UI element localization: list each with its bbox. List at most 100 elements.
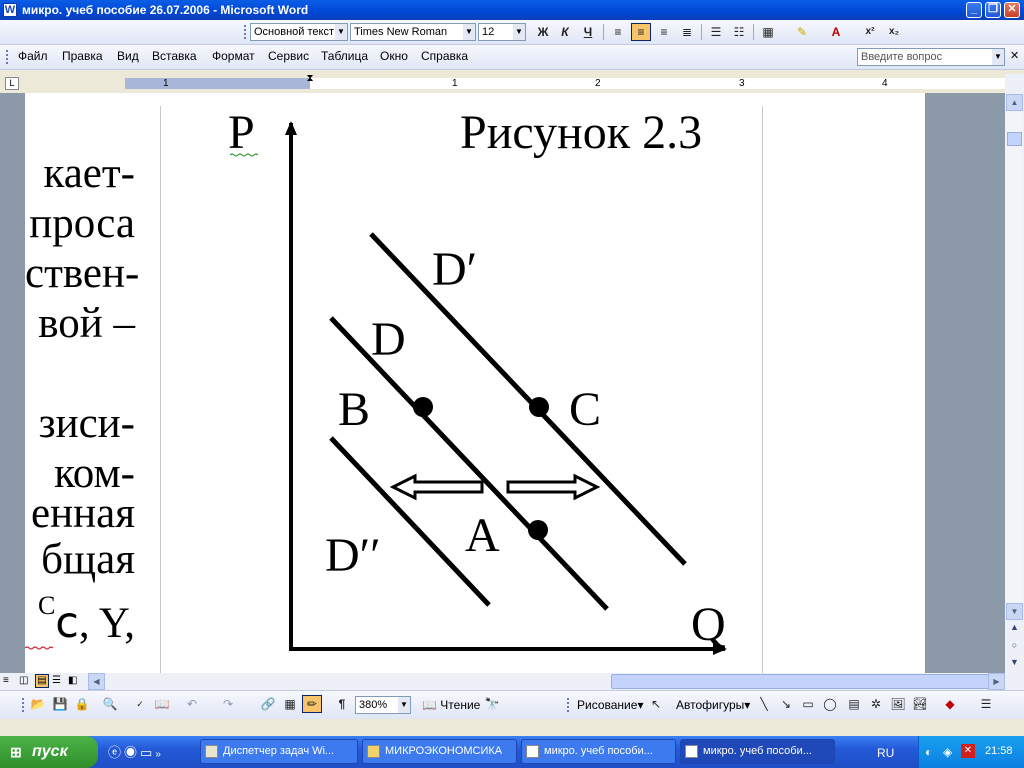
label-d-prime: D′ bbox=[432, 243, 477, 296]
font-select[interactable]: Times New Roman ▼ bbox=[350, 23, 476, 41]
picture-icon[interactable]: 🏞 bbox=[910, 695, 930, 713]
word-icon[interactable]: W bbox=[3, 3, 17, 17]
toolbar-grip[interactable] bbox=[244, 25, 249, 39]
bold-button[interactable]: Ж bbox=[533, 23, 553, 41]
ie-icon[interactable]: ⓔ bbox=[108, 745, 124, 760]
toolbar-grip[interactable] bbox=[22, 698, 27, 712]
outline-view-icon[interactable]: ☰ bbox=[52, 675, 65, 688]
italic-button[interactable]: К bbox=[555, 23, 575, 41]
diagram-icon[interactable]: ✲ bbox=[866, 695, 886, 713]
permission-icon[interactable]: 🔒 bbox=[72, 695, 92, 713]
scroll-down-button[interactable]: ▼ bbox=[1006, 603, 1023, 620]
textbox-icon[interactable]: ▤ bbox=[844, 695, 864, 713]
web-view-icon[interactable]: ◫ bbox=[19, 675, 32, 688]
scroll-track[interactable] bbox=[1006, 112, 1023, 612]
binoculars-icon[interactable]: 🔭 bbox=[482, 695, 502, 713]
align-left-button[interactable]: ≡ bbox=[608, 23, 628, 41]
minimize-button[interactable]: _ bbox=[966, 2, 982, 18]
reading-view-icon[interactable]: ◧ bbox=[68, 675, 81, 688]
start-button[interactable]: ⊞ пуск bbox=[0, 736, 98, 768]
close-doc-icon[interactable]: ✕ bbox=[1010, 49, 1019, 62]
justify-button[interactable]: ≣ bbox=[677, 23, 697, 41]
drawing-menu[interactable]: Рисование▾ bbox=[577, 698, 643, 712]
open-icon[interactable]: 📂 bbox=[28, 695, 48, 713]
task-button-folder[interactable]: МИКРОЭКОНОМСИКА bbox=[362, 739, 517, 764]
subscript-button[interactable]: x₂ bbox=[884, 23, 904, 41]
menu-help[interactable]: Справка bbox=[421, 49, 468, 63]
shield-icon[interactable]: ✕ bbox=[961, 744, 975, 758]
hscroll-thumb[interactable] bbox=[611, 674, 991, 689]
bullet-list-icon[interactable]: ☷ bbox=[729, 23, 749, 41]
help-question-input[interactable]: Введите вопрос ▼ bbox=[857, 48, 1005, 66]
ruler-number: 1 bbox=[163, 78, 169, 89]
browse-object-icon[interactable]: ○ bbox=[1006, 640, 1023, 654]
scroll-thumb[interactable] bbox=[1007, 132, 1022, 146]
folder-icon[interactable]: ▭ bbox=[140, 745, 155, 760]
menu-insert[interactable]: Вставка bbox=[152, 49, 197, 63]
network-icon[interactable]: ◐ bbox=[925, 745, 932, 759]
task-button-taskmgr[interactable]: Диспетчер задач Wi... bbox=[200, 739, 358, 764]
antivirus-icon[interactable]: ◈ bbox=[943, 745, 952, 759]
toolbar-grip[interactable] bbox=[567, 698, 572, 712]
underline-button[interactable]: Ч bbox=[578, 23, 598, 41]
menu-tools[interactable]: Сервис bbox=[268, 49, 309, 63]
indent-marker[interactable]: ⧗ bbox=[305, 74, 315, 93]
research-icon[interactable]: 📖 bbox=[152, 695, 172, 713]
document-page[interactable]: кает- проса ствен- вой – зиси- ком- енна… bbox=[25, 93, 925, 673]
menu-table[interactable]: Таблица bbox=[321, 49, 368, 63]
normal-view-icon[interactable]: ≡ bbox=[3, 675, 16, 688]
language-indicator[interactable]: RU bbox=[877, 746, 894, 760]
maximize-button[interactable]: ❐ bbox=[985, 2, 1001, 18]
demand-figure[interactable]: Рисунок 2.3 P Q D′ D D′′ B C A bbox=[25, 93, 925, 673]
tab-selector[interactable]: L bbox=[5, 77, 19, 90]
redo-icon[interactable]: ↷ bbox=[218, 695, 238, 713]
vertical-scrollbar[interactable]: ▲ ▼ ▲ ○ ▼ bbox=[1005, 74, 1024, 673]
autoshapes-menu[interactable]: Автофигуры▾ bbox=[676, 698, 750, 712]
scroll-right-button[interactable]: ▶ bbox=[988, 673, 1005, 690]
task-button-word-2[interactable]: микро. учеб пособи... bbox=[680, 739, 835, 764]
zoom-select[interactable]: 380% ▼ bbox=[355, 696, 411, 714]
ruler-number: 3 bbox=[739, 78, 745, 89]
menu-format[interactable]: Формат bbox=[212, 49, 255, 63]
horizontal-scrollbar[interactable]: ≡ ◫ ▤ ☰ ◧ ◀ ▶ bbox=[0, 673, 1024, 690]
borders-icon[interactable]: ▦ bbox=[758, 23, 778, 41]
insert-hyperlink-icon[interactable]: 🔗 bbox=[258, 695, 278, 713]
show-hide-paragraph-button[interactable]: ¶ bbox=[332, 695, 352, 713]
select-objects-icon[interactable]: ↖ bbox=[646, 695, 666, 713]
menu-edit[interactable]: Правка bbox=[62, 49, 103, 63]
next-page-icon[interactable]: ▼ bbox=[1006, 657, 1023, 671]
task-button-word-1[interactable]: микро. учеб пособи... bbox=[521, 739, 676, 764]
close-button[interactable]: ✕ bbox=[1004, 2, 1020, 18]
line-icon[interactable]: ╲ bbox=[754, 695, 774, 713]
menu-view[interactable]: Вид bbox=[117, 49, 139, 63]
font-size-select[interactable]: 12 ▼ bbox=[478, 23, 526, 41]
oval-icon[interactable]: ◯ bbox=[820, 695, 840, 713]
previous-page-icon[interactable]: ▲ bbox=[1006, 622, 1023, 636]
rectangle-icon[interactable]: ▭ bbox=[798, 695, 818, 713]
tables-borders-icon[interactable]: ▦ bbox=[280, 695, 300, 713]
line-style-icon[interactable]: ☰ bbox=[976, 695, 996, 713]
font-color-icon[interactable]: A bbox=[826, 23, 846, 41]
menu-window[interactable]: Окно bbox=[380, 49, 408, 63]
print-preview-icon[interactable]: 🔍 bbox=[100, 695, 120, 713]
align-right-button[interactable]: ≡ bbox=[654, 23, 674, 41]
scroll-left-button[interactable]: ◀ bbox=[88, 673, 105, 690]
highlight-icon[interactable]: ✎ bbox=[792, 23, 812, 41]
undo-icon[interactable]: ↶ bbox=[182, 695, 202, 713]
drawing-toggle-icon[interactable]: ✏ bbox=[302, 695, 322, 713]
align-center-button[interactable]: ≡ bbox=[631, 23, 651, 41]
spelling-icon[interactable]: ✓ bbox=[130, 695, 150, 713]
media-icon[interactable]: ◉ bbox=[124, 745, 140, 760]
superscript-button[interactable]: x² bbox=[860, 23, 880, 41]
save-icon[interactable]: 💾 bbox=[50, 695, 70, 713]
arrow-icon[interactable]: ↘ bbox=[776, 695, 796, 713]
numbered-list-icon[interactable]: ☰ bbox=[706, 23, 726, 41]
menu-file[interactable]: Файл bbox=[18, 49, 48, 63]
scroll-up-button[interactable]: ▲ bbox=[1006, 94, 1023, 111]
style-select[interactable]: Основной текст ▼ bbox=[250, 23, 348, 41]
reading-mode-button[interactable]: 📖 Чтение bbox=[422, 698, 480, 712]
clipart-icon[interactable]: 🖼 bbox=[888, 695, 908, 713]
print-layout-icon[interactable]: ▤ bbox=[35, 674, 49, 688]
fill-color-icon[interactable]: ◆ bbox=[940, 695, 960, 713]
more-icon[interactable]: » bbox=[155, 749, 164, 760]
